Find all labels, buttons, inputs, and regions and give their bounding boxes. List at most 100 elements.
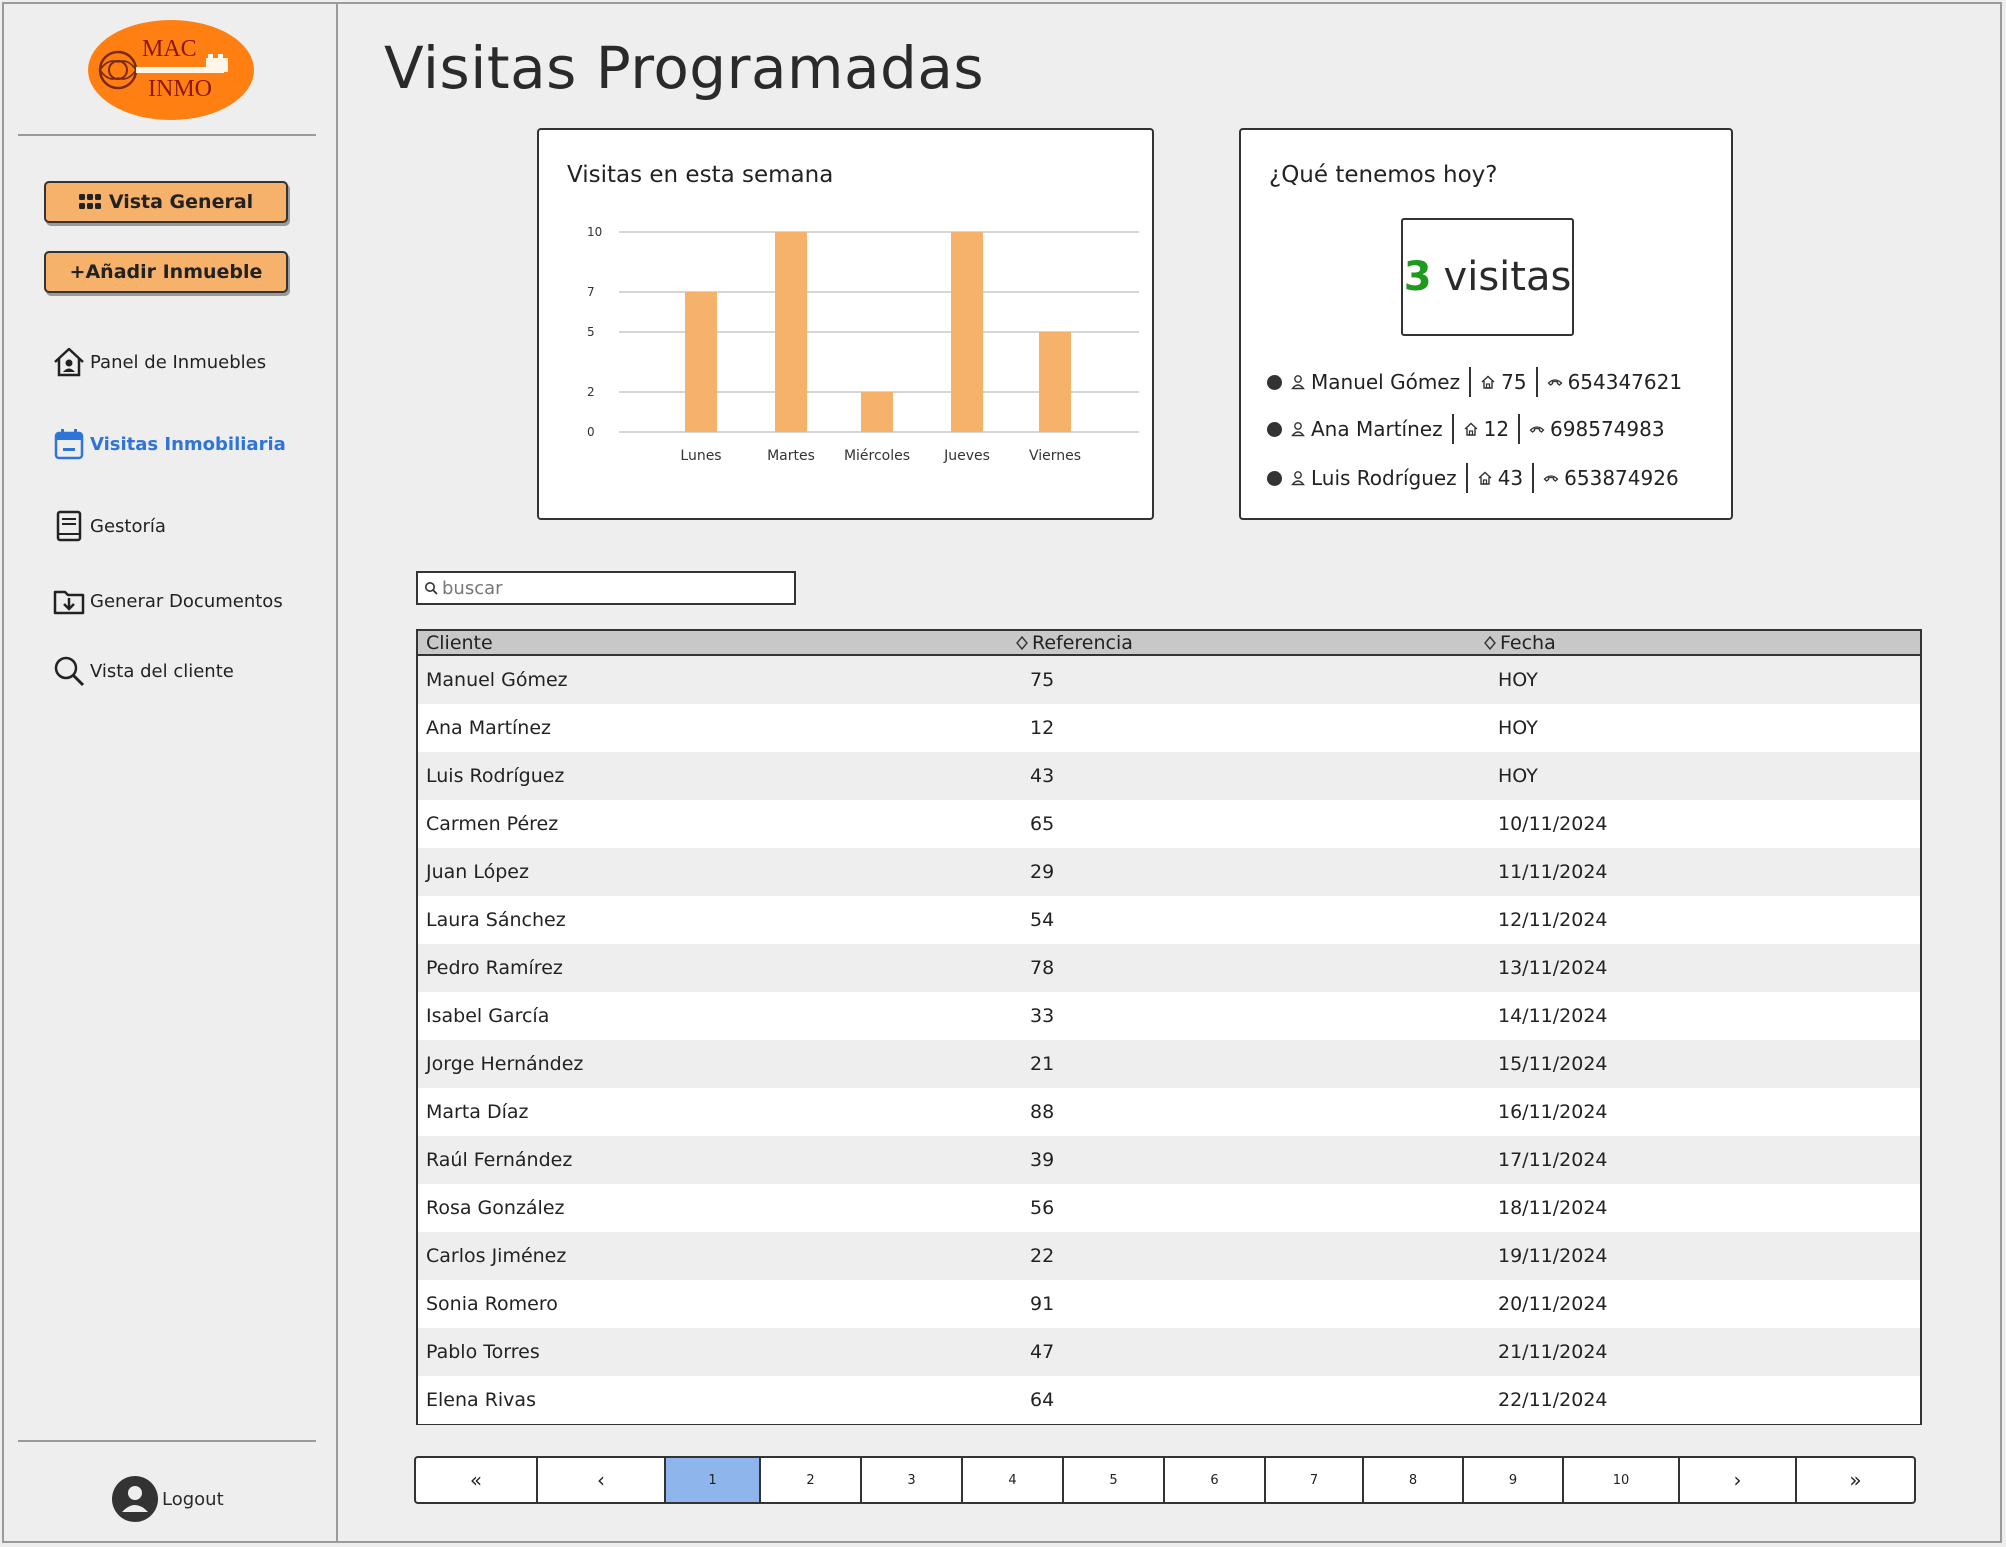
cell-referencia: 88 (1030, 1101, 1055, 1123)
sidebar-item-label: Visitas Inmobiliaria (90, 433, 286, 455)
table-row[interactable]: Pedro Ramírez 78 13/11/2024 (418, 944, 1920, 992)
cell-cliente: Pedro Ramírez (426, 957, 563, 979)
page-4-button[interactable]: 4 (963, 1458, 1064, 1502)
cell-fecha: 15/11/2024 (1498, 1053, 1608, 1075)
sidebar-item-panel-inmuebles[interactable]: Panel de Inmuebles (52, 345, 266, 379)
table-row[interactable]: Ana Martínez 12 HOY (418, 704, 1920, 752)
page-6-button[interactable]: 6 (1165, 1458, 1266, 1502)
search-input[interactable] (442, 577, 782, 599)
cell-fecha: 16/11/2024 (1498, 1101, 1608, 1123)
visit-count-label: visitas (1443, 254, 1572, 300)
cell-cliente: Carmen Pérez (426, 813, 559, 835)
cell-referencia: 43 (1030, 765, 1055, 787)
phone-icon (1547, 379, 1563, 386)
today-visit-row[interactable]: Manuel Gómez 75 654347621 (1267, 367, 1682, 397)
grid-icon (78, 194, 101, 209)
column-header-label: Fecha (1500, 631, 1556, 654)
table-row[interactable]: Carlos Jiménez 22 19/11/2024 (418, 1232, 1920, 1280)
today-visit-row[interactable]: Luis Rodríguez 43 653874926 (1267, 463, 1679, 493)
sidebar-item-vista-cliente[interactable]: Vista del cliente (52, 654, 234, 688)
page-3-button[interactable]: 3 (862, 1458, 963, 1502)
brand-logo[interactable]: MAC INMO (86, 18, 256, 122)
column-header-referencia[interactable]: Referencia (1016, 631, 1492, 654)
visit-phone: 654347621 (1567, 370, 1683, 394)
table-row[interactable]: Jorge Hernández 21 15/11/2024 (418, 1040, 1920, 1088)
table-row[interactable]: Sonia Romero 91 20/11/2024 (418, 1280, 1920, 1328)
search-box[interactable] (416, 571, 796, 605)
table-row[interactable]: Carmen Pérez 65 10/11/2024 (418, 800, 1920, 848)
bullet-icon (1267, 470, 1282, 486)
visit-client-name: Ana Martínez (1311, 417, 1443, 441)
logout-button[interactable]: Logout (112, 1476, 224, 1522)
bar-jueves[interactable] (951, 232, 983, 432)
page-2-button[interactable]: 2 (761, 1458, 862, 1502)
last-page-button[interactable]: » (1797, 1458, 1914, 1502)
table-row[interactable]: Rosa González 56 18/11/2024 (418, 1184, 1920, 1232)
cell-cliente: Luis Rodríguez (426, 765, 565, 787)
table-row[interactable]: Luis Rodríguez 43 HOY (418, 752, 1920, 800)
cell-cliente: Elena Rivas (426, 1389, 536, 1411)
bar-miércoles[interactable] (861, 392, 893, 432)
anadir-inmueble-button[interactable]: +Añadir Inmueble (44, 251, 288, 293)
table-row[interactable]: Laura Sánchez 54 12/11/2024 (418, 896, 1920, 944)
today-title: ¿Qué tenemos hoy? (1269, 162, 1498, 188)
cell-referencia: 21 (1030, 1053, 1055, 1075)
svg-text:INMO: INMO (148, 76, 212, 102)
sort-icon (1016, 635, 1028, 650)
y-tick-label: 5 (587, 325, 595, 339)
column-header-fecha[interactable]: Fecha (1484, 631, 1920, 654)
table-row[interactable]: Manuel Gómez 75 HOY (418, 656, 1920, 704)
visit-property-ref: 12 (1483, 417, 1510, 441)
page-7-button[interactable]: 7 (1266, 1458, 1364, 1502)
divider (1518, 414, 1521, 444)
first-page-button[interactable]: « (416, 1458, 538, 1502)
search-icon (425, 582, 438, 595)
table-row[interactable]: Isabel García 33 14/11/2024 (418, 992, 1920, 1040)
today-visit-row[interactable]: Ana Martínez 12 698574983 (1267, 414, 1665, 444)
page-10-button[interactable]: 10 (1564, 1458, 1680, 1502)
cell-cliente: Marta Díaz (426, 1101, 529, 1123)
cell-cliente: Laura Sánchez (426, 909, 566, 931)
vista-general-button[interactable]: Vista General (44, 181, 288, 223)
divider (1469, 367, 1472, 397)
sidebar-item-visitas-inmobiliaria[interactable]: Visitas Inmobiliaria (52, 427, 286, 461)
y-tick-label: 7 (587, 285, 595, 299)
table-row[interactable]: Pablo Torres 47 21/11/2024 (418, 1328, 1920, 1376)
bar-martes[interactable] (775, 232, 807, 432)
weekly-visits-chart-card: Visitas en esta semana 0 2 5 7 10 Lunes Martes… (537, 128, 1154, 520)
cell-referencia: 47 (1030, 1341, 1055, 1363)
previous-page-button[interactable]: ‹ (538, 1458, 666, 1502)
user-icon (1291, 375, 1305, 390)
cell-fecha: 13/11/2024 (1498, 957, 1608, 979)
bullet-icon (1267, 374, 1282, 390)
column-header-cliente[interactable]: Cliente (418, 631, 1024, 654)
cell-fecha: 18/11/2024 (1498, 1197, 1608, 1219)
table-row[interactable]: Marta Díaz 88 16/11/2024 (418, 1088, 1920, 1136)
cell-referencia: 64 (1030, 1389, 1055, 1411)
page-1-button[interactable]: 1 (666, 1458, 761, 1502)
house-user-icon (54, 347, 84, 377)
sidebar-item-label: Generar Documentos (90, 590, 283, 612)
page-9-button[interactable]: 9 (1464, 1458, 1564, 1502)
table-row[interactable]: Raúl Fernández 39 17/11/2024 (418, 1136, 1920, 1184)
bar-lunes[interactable] (685, 292, 717, 432)
page-5-button[interactable]: 5 (1064, 1458, 1165, 1502)
next-page-button[interactable]: › (1680, 1458, 1797, 1502)
x-tick-label: Jueves (943, 448, 990, 464)
cell-fecha: 22/11/2024 (1498, 1389, 1608, 1411)
sidebar-item-generar-documentos[interactable]: Generar Documentos (52, 584, 283, 618)
sidebar-item-label: Panel de Inmuebles (90, 351, 267, 373)
table-row[interactable]: Juan López 29 11/11/2024 (418, 848, 1920, 896)
page-8-button[interactable]: 8 (1364, 1458, 1464, 1502)
cell-fecha: 17/11/2024 (1498, 1149, 1608, 1171)
user-icon (1291, 422, 1305, 437)
bullet-icon (1267, 421, 1282, 437)
sidebar-item-gestoria[interactable]: Gestoría (52, 509, 166, 543)
visit-property-ref: 75 (1501, 370, 1527, 394)
cell-referencia: 22 (1030, 1245, 1055, 1267)
bar-viernes[interactable] (1039, 332, 1071, 432)
cell-referencia: 29 (1030, 861, 1055, 883)
table-row[interactable]: Elena Rivas 64 22/11/2024 (418, 1376, 1920, 1424)
visit-property-ref: 43 (1497, 466, 1524, 490)
visit-client-name: Manuel Gómez (1311, 370, 1461, 394)
